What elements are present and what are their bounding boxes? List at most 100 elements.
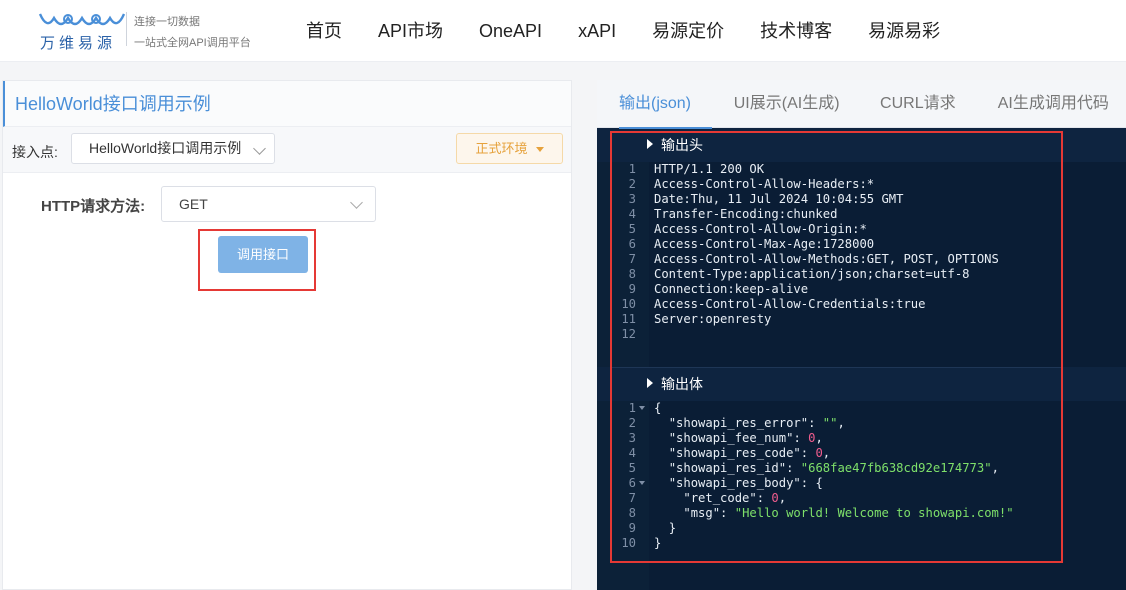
line-number: 4 (628, 446, 636, 460)
chevron-down-icon (253, 142, 266, 155)
header-line-text: Access-Control-Max-Age:1728000 (654, 237, 875, 251)
body-line-text: } (654, 536, 661, 551)
header-line-text: Access-Control-Allow-Origin:* (654, 222, 867, 236)
json-token-punc: : (720, 506, 735, 520)
logo-name: 万维易源 (40, 35, 117, 52)
environment-label: 正式环境 (475, 141, 528, 156)
code-line: 3 Date:Thu, 11 Jul 2024 10:04:55 GMT (597, 192, 1126, 207)
json-token-punc: : (808, 416, 823, 430)
fold-arrow-icon[interactable] (639, 481, 645, 485)
call-api-button[interactable]: 调用接口 (218, 236, 308, 273)
code-line: 5 Access-Control-Allow-Origin:* (597, 222, 1126, 237)
body-line-text: "ret_code": 0, (654, 491, 786, 506)
code-line: 9 } (597, 521, 1126, 536)
nav-item-oneapi[interactable]: OneAPI (461, 0, 560, 62)
http-method-value: GET (179, 196, 208, 212)
nav-item-tech-blog[interactable]: 技术博客 (742, 0, 850, 62)
nav-item-pricing[interactable]: 易源定价 (634, 0, 742, 62)
nav-item-home[interactable]: 首页 (288, 0, 360, 62)
line-number: 2 (628, 177, 636, 191)
line-number: 10 (621, 297, 636, 311)
nav-item-api-market[interactable]: API市场 (360, 0, 461, 62)
json-token-punc: , (822, 446, 831, 460)
panel-title: HelloWorld接口调用示例 (3, 81, 571, 127)
json-token-key: "showapi_res_id" (668, 461, 787, 475)
json-token-str: "668fae47fb638cd92e174773" (800, 461, 992, 475)
body-line-text: "msg": "Hello world! Welcome to showapi.… (654, 506, 1014, 521)
line-number: 7 (628, 491, 636, 505)
header-line-text: Access-Control-Allow-Headers:* (654, 177, 875, 191)
json-token-key: "showapi_res_code" (668, 446, 801, 460)
output-header-section-toggle[interactable]: 输出头 (597, 129, 1126, 160)
output-header-code: 1 HTTP/1.1 200 OK 2 Access-Control-Allow-He… (597, 162, 1126, 367)
endpoint-row: 接入点: HelloWorld接口调用示例 正式环境 (3, 127, 571, 173)
json-token-punc: , (778, 491, 787, 505)
output-header-title: 输出头 (661, 137, 703, 153)
header-line-text: Transfer-Encoding:chunked (654, 207, 838, 221)
slogan-line-2: 一站式全网API调用平台 (134, 37, 251, 49)
header-line-text: Access-Control-Allow-Credentials:true (654, 297, 926, 311)
json-token-key: "showapi_res_body" (668, 476, 801, 490)
code-line: 6 Access-Control-Max-Age:1728000 (597, 237, 1126, 252)
line-number: 10 (621, 536, 636, 550)
call-button-highlight: 调用接口 (198, 229, 316, 291)
header-line-text: Date:Thu, 11 Jul 2024 10:04:55 GMT (654, 192, 904, 206)
code-line: 10 Access-Control-Allow-Credentials:true (597, 297, 1126, 312)
fold-arrow-icon[interactable] (639, 406, 645, 410)
caret-right-icon (647, 139, 653, 149)
json-token-punc: : (793, 431, 809, 445)
http-method-label: HTTP请求方法: (41, 198, 146, 215)
json-token-str: "" (822, 416, 838, 430)
code-line: 10} (597, 536, 1126, 551)
code-line: 6 "showapi_res_body": { (597, 476, 1126, 491)
code-line: 8 "msg": "Hello world! Welcome to showap… (597, 506, 1126, 521)
json-token-punc: } (654, 536, 662, 550)
code-line: 4 "showapi_res_code": 0, (597, 446, 1126, 461)
header-line-text: Content-Type:application/json;charset=ut… (654, 267, 970, 281)
line-number: 7 (628, 252, 636, 266)
line-number: 9 (628, 282, 636, 296)
header-line-text: Access-Control-Allow-Methods:GET, POST, … (654, 252, 999, 266)
line-number: 4 (628, 207, 636, 221)
code-line: 2 "showapi_res_error": "", (597, 416, 1126, 431)
tab-ui-display[interactable]: UI展示(AI生成) (734, 80, 860, 128)
code-line: 5 "showapi_res_id": "668fae47fb638cd92e1… (597, 461, 1126, 476)
tab-output-json[interactable]: 输出(json) (619, 80, 712, 129)
code-line: 8 Content-Type:application/json;charset=u… (597, 267, 1126, 282)
code-line: 12 (597, 327, 1126, 342)
endpoint-select[interactable]: HelloWorld接口调用示例 (71, 133, 275, 164)
endpoint-label: 接入点: (12, 144, 58, 160)
body-line-text: "showapi_fee_num": 0, (654, 431, 823, 446)
nav-item-xapi[interactable]: xAPI (560, 0, 634, 62)
json-token-key: "showapi_fee_num" (668, 431, 794, 445)
endpoint-select-value: HelloWorld接口调用示例 (89, 140, 241, 156)
code-line: 7 Access-Control-Allow-Methods:GET, POST,… (597, 252, 1126, 267)
caret-right-icon (647, 378, 653, 388)
line-number: 9 (628, 521, 636, 535)
code-line: 7 "ret_code": 0, (597, 491, 1126, 506)
http-method-select[interactable]: GET (161, 186, 376, 222)
json-token-punc: { (654, 401, 662, 415)
json-token-key: "showapi_res_error" (668, 416, 809, 430)
json-token-num: 0 (771, 491, 779, 505)
logo-wave-icon (38, 13, 126, 26)
line-number: 6 (628, 237, 636, 251)
tab-curl-request[interactable]: CURL请求 (880, 80, 979, 128)
line-number: 1 (628, 401, 636, 415)
line-number: 5 (628, 222, 636, 236)
body-line-text: "showapi_res_code": 0, (654, 446, 830, 461)
environment-dropdown-button[interactable]: 正式环境 (456, 133, 563, 164)
logo[interactable]: 万维易源 (38, 10, 128, 52)
json-token-str: "Hello world! Welcome to showapi.com!" (734, 506, 1014, 520)
nav-item-yiyuan-yicai[interactable]: 易源易彩 (850, 0, 958, 62)
code-line: 1{ (597, 401, 1126, 416)
output-body-section-toggle[interactable]: 输出体 (597, 368, 1126, 399)
json-token-punc: : { (800, 476, 823, 490)
line-number: 8 (628, 267, 636, 281)
line-number: 1 (628, 162, 636, 176)
output-tabs: 输出(json) UI展示(AI生成) CURL请求 AI生成调用代码 (597, 80, 1126, 129)
header-line-text: Server:openresty (654, 312, 772, 326)
line-number: 6 (628, 476, 636, 490)
tab-ai-code[interactable]: AI生成调用代码 (998, 80, 1126, 128)
body-line-text: } (654, 521, 676, 536)
